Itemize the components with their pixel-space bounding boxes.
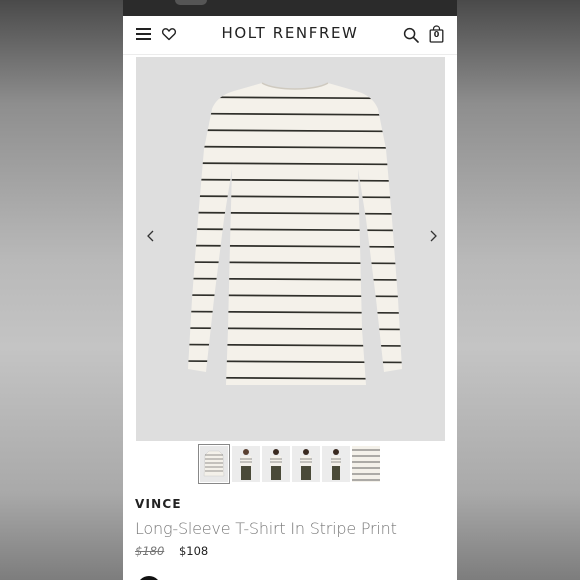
hamburger-menu-icon[interactable] bbox=[136, 28, 151, 41]
search-icon[interactable] bbox=[403, 27, 419, 43]
stripe bbox=[188, 376, 402, 380]
shopping-bag-icon[interactable]: 0 bbox=[429, 25, 444, 43]
product-image-carousel[interactable] bbox=[136, 57, 445, 441]
thumbnail-1[interactable] bbox=[198, 444, 230, 484]
status-bar bbox=[123, 0, 457, 16]
brand-logo[interactable]: HOLT RENFREW bbox=[213, 24, 367, 42]
original-price: $180 bbox=[135, 544, 165, 558]
thumbnail-6[interactable] bbox=[352, 446, 380, 482]
stripe bbox=[188, 343, 402, 347]
sale-price: $108 bbox=[178, 544, 209, 558]
stripe bbox=[188, 96, 402, 100]
thumbnail-3[interactable] bbox=[262, 446, 290, 482]
stripe bbox=[188, 327, 402, 331]
product-brand[interactable]: VINCE bbox=[135, 497, 445, 513]
chat-button-partial[interactable] bbox=[137, 576, 161, 580]
menu-line bbox=[136, 28, 151, 30]
stripe bbox=[188, 310, 402, 314]
price-block: $180 $108 bbox=[135, 544, 445, 558]
product-info: VINCE Long-Sleeve T-Shirt In Stripe Prin… bbox=[135, 497, 445, 558]
product-name: Long-Sleeve T-Shirt In Stripe Print bbox=[135, 519, 397, 538]
stripe bbox=[188, 360, 402, 364]
background-right bbox=[457, 0, 580, 580]
menu-line bbox=[136, 38, 151, 40]
camera-notch bbox=[175, 0, 207, 5]
background-left bbox=[0, 0, 123, 580]
phone-screen: HOLT RENFREW 0 VINCE Long-Sleeve T-Shirt… bbox=[123, 0, 457, 580]
bag-count: 0 bbox=[433, 30, 440, 39]
stripe bbox=[188, 294, 402, 298]
chevron-left-icon[interactable] bbox=[144, 229, 158, 243]
chevron-right-icon[interactable] bbox=[426, 229, 440, 243]
thumbnail-4[interactable] bbox=[292, 446, 320, 482]
menu-line bbox=[136, 33, 151, 35]
thumbnail-5[interactable] bbox=[322, 446, 350, 482]
heart-icon[interactable] bbox=[161, 26, 177, 42]
product-image-striped-sweater bbox=[188, 82, 402, 385]
site-header: HOLT RENFREW 0 bbox=[123, 16, 457, 55]
thumbnail-2[interactable] bbox=[232, 446, 260, 482]
